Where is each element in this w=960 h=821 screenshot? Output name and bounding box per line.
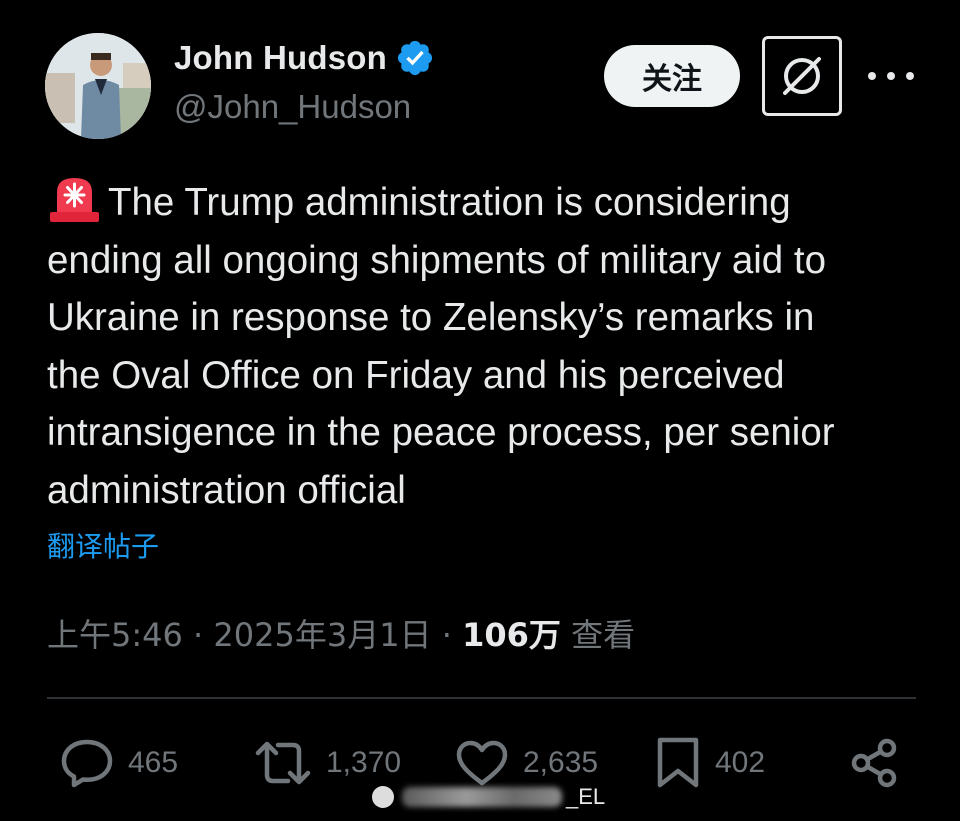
views-label: 查看 [560,616,636,654]
share-icon [851,738,897,788]
meta-separator: · [182,616,214,654]
weibo-logo-icon [372,786,394,808]
meta-separator: · [431,616,463,654]
tweet-time[interactable]: 上午5:46 [47,616,183,654]
translate-post-link[interactable]: 翻译帖子 [47,525,159,565]
like-button[interactable]: 2,635 [455,738,598,788]
tweet-text: The Trump administration is considering … [47,172,917,519]
verified-badge-icon [397,40,433,76]
more-button[interactable] [868,58,914,94]
bookmark-icon [657,737,699,788]
tweet-date[interactable]: 2025年3月1日 [213,616,431,654]
tweet-body: The Trump administration is considering … [47,181,835,512]
grok-icon [783,57,821,95]
reply-count: 465 [128,746,179,779]
author-name-row[interactable]: John Hudson [174,38,435,78]
views-count[interactable]: 106万 [462,616,561,654]
follow-button[interactable]: 关注 [604,45,740,107]
bookmark-button[interactable]: 402 [655,737,766,788]
more-icon [868,72,876,80]
watermark-text: _EL [566,784,606,809]
repost-count: 1,370 [326,746,402,779]
grok-button[interactable] [762,36,842,116]
avatar[interactable] [45,33,151,139]
like-icon [456,740,508,786]
bookmark-count: 402 [715,746,766,779]
more-icon-dot [906,72,914,80]
author-display-name[interactable]: John Hudson [174,39,387,77]
watermark: _EL [372,784,605,810]
author-handle[interactable]: @John_Hudson [174,88,411,126]
watermark-blurred-name [402,787,562,807]
repost-icon [255,741,311,785]
reply-icon [61,739,113,788]
divider [47,697,916,699]
more-icon-dot [887,72,895,80]
repost-button[interactable]: 1,370 [254,738,401,788]
reply-button[interactable]: 465 [60,738,178,788]
siren-icon [50,178,99,222]
like-count: 2,635 [523,746,599,779]
tweet-meta: 上午5:46 · 2025年3月1日 · 106万 查看 [47,610,635,656]
share-button[interactable] [850,738,900,793]
